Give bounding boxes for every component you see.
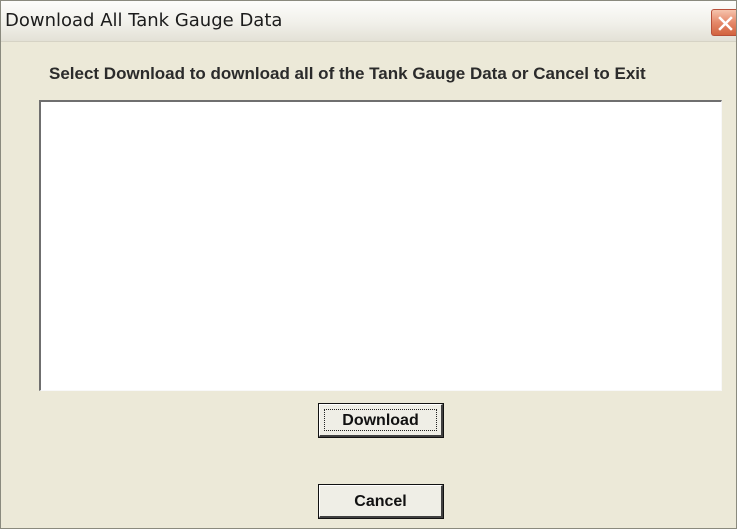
data-list-box[interactable] (39, 100, 722, 391)
title-bar[interactable]: Download All Tank Gauge Data (1, 1, 736, 42)
window-title: Download All Tank Gauge Data (5, 10, 283, 31)
instruction-text: Select Download to download all of the T… (49, 64, 646, 83)
instruction-area: Select Download to download all of the T… (49, 64, 669, 90)
download-button[interactable]: Download (318, 403, 444, 438)
close-button[interactable] (711, 9, 736, 36)
cancel-button[interactable]: Cancel (318, 484, 444, 519)
download-button-label: Download (342, 412, 419, 429)
download-dialog-window: Download All Tank Gauge Data Select Down… (0, 0, 737, 529)
cancel-button-label: Cancel (354, 493, 407, 510)
